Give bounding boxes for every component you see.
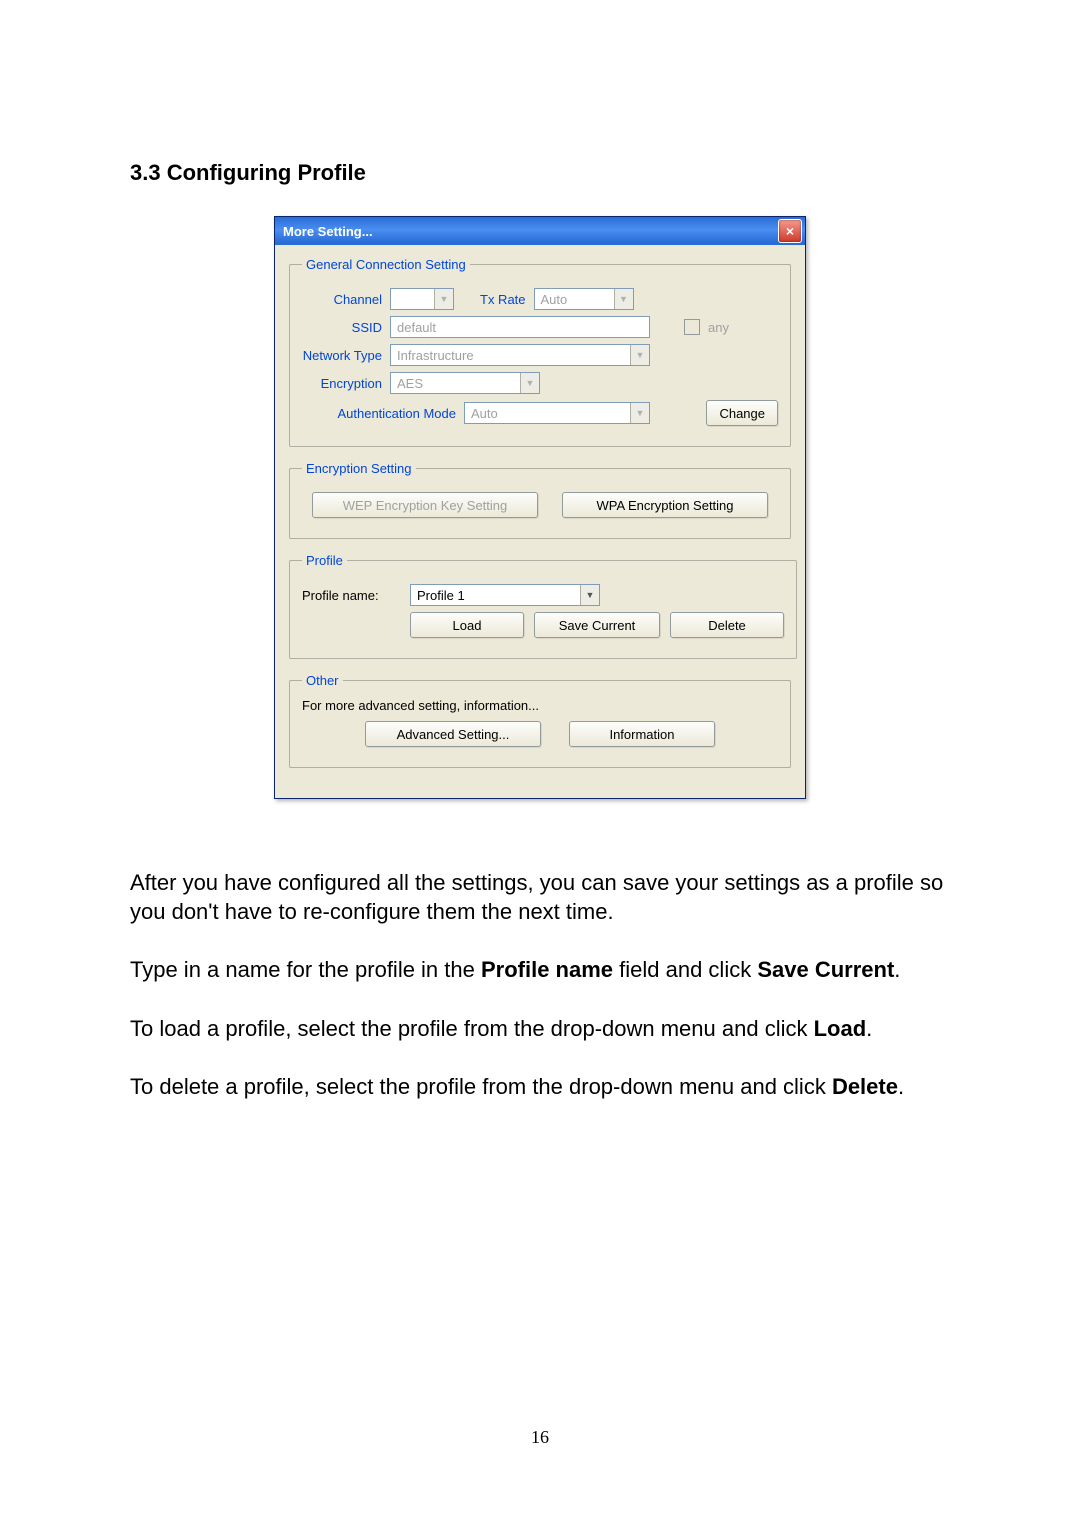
tx-rate-value: Auto: [541, 292, 568, 307]
text: .: [894, 957, 900, 982]
bold-load: Load: [814, 1016, 867, 1041]
paragraph-save: Type in a name for the profile in the Pr…: [130, 956, 950, 985]
label-encryption: Encryption: [302, 376, 382, 391]
dialog-titlebar[interactable]: More Setting... ×: [275, 217, 805, 245]
delete-button[interactable]: Delete: [670, 612, 784, 638]
any-checkbox[interactable]: [684, 319, 700, 335]
dialog-body: General Connection Setting Channel ▼ Tx …: [275, 245, 805, 798]
dialog-title: More Setting...: [283, 224, 373, 239]
paragraph-intro: After you have configured all the settin…: [130, 869, 950, 926]
text: .: [866, 1016, 872, 1041]
legend-other: Other: [302, 673, 343, 688]
chevron-down-icon: ▼: [580, 585, 599, 605]
bold-delete: Delete: [832, 1074, 898, 1099]
fieldset-general-connection: General Connection Setting Channel ▼ Tx …: [289, 257, 791, 447]
legend-profile: Profile: [302, 553, 347, 568]
channel-select[interactable]: ▼: [390, 288, 454, 310]
label-network-type: Network Type: [302, 348, 382, 363]
ssid-input[interactable]: default: [390, 316, 650, 338]
profile-name-select[interactable]: Profile 1 ▼: [410, 584, 600, 606]
change-button[interactable]: Change: [706, 400, 778, 426]
fieldset-profile: Profile Profile name: Profile 1 ▼ Load S…: [289, 553, 797, 659]
chevron-down-icon: ▼: [630, 403, 649, 423]
legend-general-connection: General Connection Setting: [302, 257, 470, 272]
text: field and click: [613, 957, 757, 982]
bold-save-current: Save Current: [757, 957, 894, 982]
network-type-value: Infrastructure: [397, 348, 474, 363]
ssid-value: default: [397, 320, 436, 335]
encryption-select[interactable]: AES ▼: [390, 372, 540, 394]
label-profile-name: Profile name:: [302, 588, 402, 603]
advanced-setting-button[interactable]: Advanced Setting...: [365, 721, 541, 747]
profile-name-value: Profile 1: [417, 588, 465, 603]
fieldset-encryption-setting: Encryption Setting WEP Encryption Key Se…: [289, 461, 791, 539]
network-type-select[interactable]: Infrastructure ▼: [390, 344, 650, 366]
chevron-down-icon: ▼: [614, 289, 633, 309]
label-any: any: [708, 320, 729, 335]
paragraph-load: To load a profile, select the profile fr…: [130, 1015, 950, 1044]
information-button[interactable]: Information: [569, 721, 715, 747]
text: .: [898, 1074, 904, 1099]
label-tx-rate: Tx Rate: [480, 292, 526, 307]
auth-mode-select[interactable]: Auto ▼: [464, 402, 650, 424]
other-desc: For more advanced setting, information..…: [302, 698, 778, 713]
legend-encryption-setting: Encryption Setting: [302, 461, 416, 476]
more-setting-dialog: More Setting... × General Connection Set…: [274, 216, 806, 799]
save-current-button[interactable]: Save Current: [534, 612, 660, 638]
label-auth-mode: Authentication Mode: [302, 406, 456, 421]
section-heading: 3.3 Configuring Profile: [130, 160, 950, 186]
wpa-setting-button[interactable]: WPA Encryption Setting: [562, 492, 768, 518]
paragraph-delete: To delete a profile, select the profile …: [130, 1073, 950, 1102]
encryption-value: AES: [397, 376, 423, 391]
text: Type in a name for the profile in the: [130, 957, 481, 982]
page-number: 16: [0, 1427, 1080, 1448]
close-icon[interactable]: ×: [778, 219, 802, 243]
text: To delete a profile, select the profile …: [130, 1074, 832, 1099]
tx-rate-select[interactable]: Auto ▼: [534, 288, 634, 310]
label-channel: Channel: [302, 292, 382, 307]
auth-mode-value: Auto: [471, 406, 498, 421]
bold-profile-name: Profile name: [481, 957, 613, 982]
fieldset-other: Other For more advanced setting, informa…: [289, 673, 791, 768]
label-ssid: SSID: [302, 320, 382, 335]
wep-key-setting-button[interactable]: WEP Encryption Key Setting: [312, 492, 538, 518]
chevron-down-icon: ▼: [630, 345, 649, 365]
load-button[interactable]: Load: [410, 612, 524, 638]
chevron-down-icon: ▼: [520, 373, 539, 393]
text: To load a profile, select the profile fr…: [130, 1016, 814, 1041]
chevron-down-icon: ▼: [434, 289, 453, 309]
